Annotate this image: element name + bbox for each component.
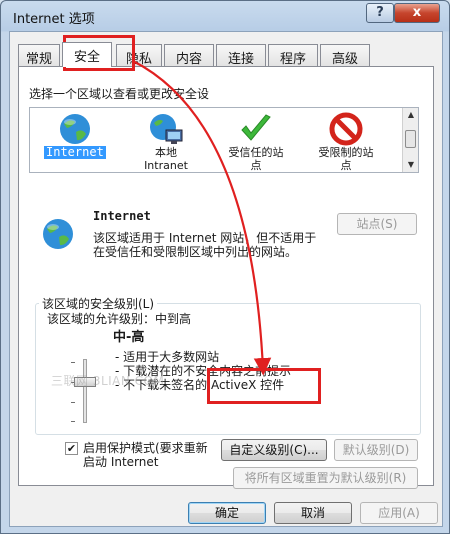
- tab-security[interactable]: 安全: [62, 42, 112, 67]
- zone-local-intranet[interactable]: 本地 Intranet: [126, 108, 206, 172]
- zone-list: Internet 本地 Intranet 受信任的站 点 受限制的站 点 ▲ ▼: [29, 107, 419, 173]
- security-tab-panel: 选择一个区域以查看或更改安全设 Internet 本地 Intranet 受信任…: [18, 66, 434, 489]
- window-title: Internet 选项: [13, 12, 95, 27]
- internet-options-window: Internet 选项 ? x 常规 安全 隐私 内容 连接 程序 高级 选择一…: [0, 0, 450, 534]
- zone-restricted-sites[interactable]: 受限制的站 点: [306, 108, 386, 172]
- protected-mode-label-line2: 启动 Internet: [83, 455, 159, 469]
- zone-internet[interactable]: Internet: [36, 108, 116, 172]
- custom-level-button[interactable]: 自定义级别(C)...: [221, 439, 327, 461]
- tab-programs[interactable]: 程序: [268, 44, 318, 67]
- checkmark-icon: ✔: [66, 442, 77, 455]
- security-level-label: 该区域的安全级别(L): [39, 295, 158, 312]
- scroll-up-icon[interactable]: ▲: [403, 108, 419, 122]
- zone-label-internet: Internet: [44, 145, 106, 159]
- checkmark-icon: [241, 114, 271, 141]
- tab-general[interactable]: 常规: [18, 44, 60, 67]
- tab-advanced[interactable]: 高级: [320, 44, 370, 67]
- reset-all-zones-button[interactable]: 将所有区域重置为默认级别(R): [233, 467, 418, 489]
- zone-trusted-sites[interactable]: 受信任的站 点: [216, 108, 296, 172]
- zone-name: Internet: [93, 209, 151, 223]
- tab-content[interactable]: 内容: [164, 44, 214, 67]
- zone-description-line1: 该区域适用于 Internet 网站，但不适用于: [93, 231, 317, 245]
- apply-button[interactable]: 应用(A): [360, 502, 438, 524]
- globe-icon: [43, 219, 73, 249]
- allowed-levels-label: 该区域的允许级别：中到高: [47, 312, 192, 326]
- ok-button[interactable]: 确定: [188, 502, 266, 524]
- dialog-client: 常规 安全 隐私 内容 连接 程序 高级 选择一个区域以查看或更改安全设 Int…: [9, 31, 443, 527]
- slider-tick: [71, 402, 75, 403]
- scroll-thumb[interactable]: [405, 130, 416, 148]
- security-level-slider[interactable]: [83, 359, 87, 423]
- tab-privacy[interactable]: 隐私: [116, 44, 162, 67]
- security-level-name: 中-高: [113, 330, 145, 345]
- protected-mode-label-line1: 启用保护模式(要求重新: [83, 441, 208, 455]
- intranet-icon: [150, 114, 183, 144]
- default-level-button[interactable]: 默认级别(D): [334, 439, 418, 461]
- scroll-down-icon[interactable]: ▼: [403, 158, 419, 172]
- zone-description-line2: 在受信任和受限制区域中列出的网站。: [93, 245, 298, 259]
- close-button[interactable]: x: [394, 3, 440, 23]
- sites-button[interactable]: 站点(S): [337, 213, 417, 235]
- slider-tick: [71, 362, 75, 363]
- zone-label-trusted: 受信任的站 点: [228, 146, 284, 172]
- tab-connections[interactable]: 连接: [216, 44, 266, 67]
- slider-tick: [71, 421, 75, 422]
- zone-list-scrollbar[interactable]: ▲ ▼: [402, 108, 418, 172]
- watermark: 三联网 3LIAN.COM: [51, 374, 165, 388]
- title-bar[interactable]: Internet 选项 ? x: [1, 1, 449, 31]
- restricted-icon: [329, 112, 363, 146]
- zone-label-restricted: 受限制的站 点: [318, 146, 374, 172]
- cancel-button[interactable]: 取消: [274, 502, 352, 524]
- protected-mode-checkbox[interactable]: ✔: [65, 442, 78, 455]
- level-description-line1: - 适用于大多数网站: [115, 350, 220, 364]
- help-button[interactable]: ?: [366, 3, 394, 23]
- zone-label-intranet: 本地 Intranet: [144, 146, 188, 172]
- select-zone-label: 选择一个区域以查看或更改安全设: [29, 87, 210, 101]
- globe-icon: [60, 114, 90, 144]
